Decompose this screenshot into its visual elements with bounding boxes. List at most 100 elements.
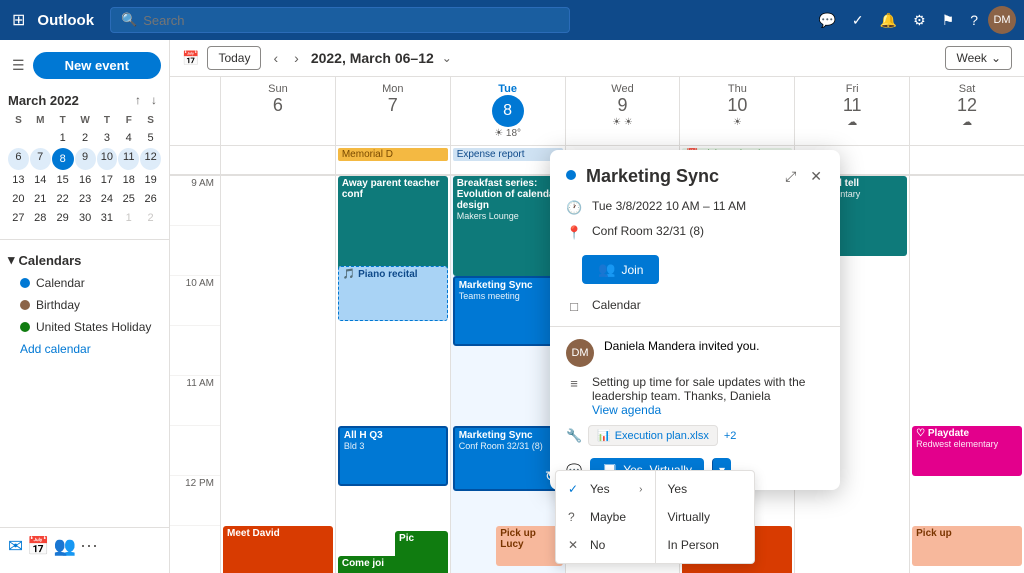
join-button[interactable]: 👥 Join (582, 255, 659, 284)
divider (0, 239, 169, 240)
today-button[interactable]: Today (207, 46, 261, 70)
calendar-nav-icon[interactable]: 📅 (27, 536, 49, 557)
prev-week-button[interactable]: ‹ (269, 48, 282, 68)
description-icon: ≡ (566, 376, 582, 417)
mini-cal-day[interactable]: 1 (52, 129, 74, 147)
help-icon[interactable]: ? (964, 8, 984, 32)
mini-cal-day[interactable] (8, 129, 29, 147)
mini-cal-day[interactable]: 7 (30, 148, 51, 170)
mini-cal-day[interactable]: 27 (8, 209, 29, 227)
search-input[interactable] (143, 13, 559, 28)
add-calendar-button[interactable]: Add calendar (8, 338, 161, 360)
more-attachments-button[interactable]: +2 (724, 430, 737, 442)
mini-cal-day[interactable]: 11 (118, 148, 139, 170)
mini-cal-day[interactable]: 6 (8, 148, 29, 170)
mini-cal-day[interactable]: 21 (30, 190, 51, 208)
allday-event-expense[interactable]: Expense report (453, 148, 563, 161)
calendars-header[interactable]: ▾ Calendars (8, 248, 161, 272)
view-agenda-link[interactable]: View agenda (592, 403, 661, 417)
mini-cal-day[interactable]: 12 (140, 148, 161, 170)
next-week-button[interactable]: › (290, 48, 303, 68)
event-come-joi[interactable]: Come joi (338, 556, 448, 573)
mini-cal-day[interactable]: 30 (75, 209, 96, 227)
day-name: Fri (846, 83, 859, 95)
mini-cal-prev[interactable]: ↑ (131, 91, 145, 109)
mini-cal-day[interactable]: 23 (75, 190, 96, 208)
day-col-tue[interactable]: Breakfast series: Evolution of calendar … (450, 176, 565, 573)
mini-cal-day[interactable]: 20 (8, 190, 29, 208)
people-icon[interactable]: 👥 (54, 536, 76, 557)
mini-cal-day[interactable]: 2 (75, 129, 96, 147)
event-meet-david[interactable]: Meet David (223, 526, 333, 573)
new-event-button[interactable]: New event (33, 52, 161, 79)
mini-cal-day[interactable]: 9 (75, 148, 96, 170)
mini-cal-day[interactable]: 22 (52, 190, 74, 208)
mini-cal-next[interactable]: ↓ (147, 91, 161, 109)
feedback-icon[interactable]: 💬 (812, 8, 841, 33)
mini-cal-day[interactable]: 10 (97, 148, 118, 170)
mini-cal-day[interactable]: 25 (118, 190, 139, 208)
search-box[interactable]: 🔍 (110, 7, 570, 33)
popup-desc: Setting up time for sale updates with th… (592, 375, 805, 403)
day-header-sun: Sun 6 (220, 77, 335, 145)
mini-cal-day[interactable]: 19 (140, 171, 161, 189)
event-detail-popup: Marketing Sync ⤢ ✕ 🕐 Tue 3/8/2022 10 AM … (550, 150, 840, 490)
mini-cal-day[interactable]: 24 (97, 190, 118, 208)
mini-cal-day[interactable]: 18 (118, 171, 139, 189)
event-eat[interactable]: eat os angeles (682, 526, 792, 573)
mini-cal-day[interactable]: 5 (140, 129, 161, 147)
mini-cal-day[interactable]: 2 (140, 209, 161, 227)
mini-cal-day[interactable]: 17 (97, 171, 118, 189)
more-icon[interactable]: ⋯ (80, 536, 98, 557)
allday-event-memorial[interactable]: Memorial D (338, 148, 448, 161)
mini-cal-day[interactable] (30, 129, 51, 147)
mini-cal-day[interactable]: 29 (52, 209, 74, 227)
calendar-item-calendar[interactable]: Calendar (8, 272, 161, 294)
hamburger-button[interactable]: ☰ (8, 53, 29, 78)
mini-cal-day[interactable]: 15 (52, 171, 74, 189)
settings-icon[interactable]: ⚙ (907, 8, 932, 33)
event-breakfast-series[interactable]: Breakfast series: Evolution of calendar … (453, 176, 563, 276)
day-col-mon[interactable]: Away parent teacher conf 🎵 Piano recital… (335, 176, 450, 573)
user-avatar[interactable]: DM (988, 6, 1016, 34)
clock-icon: 🕐 (566, 200, 582, 216)
event-playdate[interactable]: ♡ Playdate Redwest elementary (912, 426, 1022, 476)
mini-cal-day[interactable]: 31 (97, 209, 118, 227)
inviter-avatar: DM (566, 339, 594, 367)
event-marketing-sync-1pm[interactable]: Marketing Sync Conf Room 32/31 (8) ↻ (453, 426, 563, 491)
date-range-dropdown-icon[interactable]: ⌄ (442, 51, 452, 65)
calendar-toolbar: 📅 Today ‹ › 2022, March 06–12 ⌄ Week ⌄ (170, 40, 1024, 77)
attachment-chip[interactable]: 📊 Execution plan.xlsx (588, 425, 718, 446)
expand-popup-button[interactable]: ⤢ (783, 166, 798, 187)
mini-cal-day[interactable]: 28 (30, 209, 51, 227)
calendar-item-holiday[interactable]: United States Holiday (8, 316, 161, 338)
calendars-section: ▾ Calendars Calendar Birthday United Sta… (0, 248, 169, 360)
waffle-icon[interactable]: ⊞ (8, 6, 29, 34)
day-col-sat[interactable]: ♡ Playdate Redwest elementary Pick up (909, 176, 1024, 573)
week-view-button[interactable]: Week ⌄ (945, 46, 1012, 70)
mail-icon[interactable]: ✉ (8, 536, 23, 557)
mini-cal-day[interactable]: 16 (75, 171, 96, 189)
rsvp-yes-virtually-button[interactable]: 🖥 Yes, Virtually (590, 458, 704, 482)
day-col-sun[interactable]: Meet David (220, 176, 335, 573)
mini-cal-day[interactable]: 26 (140, 190, 161, 208)
calendar-color-dot (20, 322, 30, 332)
event-marketing-sync-tue[interactable]: Marketing Sync Teams meeting (453, 276, 563, 346)
bell-icon[interactable]: 🔔 (874, 8, 903, 33)
flag-icon[interactable]: ⚑ (936, 8, 961, 33)
mini-cal-day[interactable]: 13 (8, 171, 29, 189)
mini-cal-day[interactable]: 4 (118, 129, 139, 147)
rsvp-dropdown-button[interactable]: ▾ (712, 458, 731, 482)
date-range-label[interactable]: 2022, March 06–12 (311, 50, 434, 66)
calendar-item-birthday[interactable]: Birthday (8, 294, 161, 316)
check-icon[interactable]: ✓ (846, 8, 870, 33)
close-popup-button[interactable]: ✕ (808, 166, 824, 187)
mini-cal-day[interactable]: 14 (30, 171, 51, 189)
mini-cal-day[interactable]: 1 (118, 209, 139, 227)
event-pickup-sat[interactable]: Pick up (912, 526, 1022, 566)
event-pick-up-lucy[interactable]: Pick up Lucy (496, 526, 562, 566)
event-all-h-q3[interactable]: All H Q3 Bld 3 (338, 426, 448, 486)
mini-cal-day[interactable]: 3 (97, 129, 118, 147)
mini-cal-today[interactable]: 8 (52, 148, 74, 170)
event-piano-recital[interactable]: 🎵 Piano recital (338, 266, 448, 321)
